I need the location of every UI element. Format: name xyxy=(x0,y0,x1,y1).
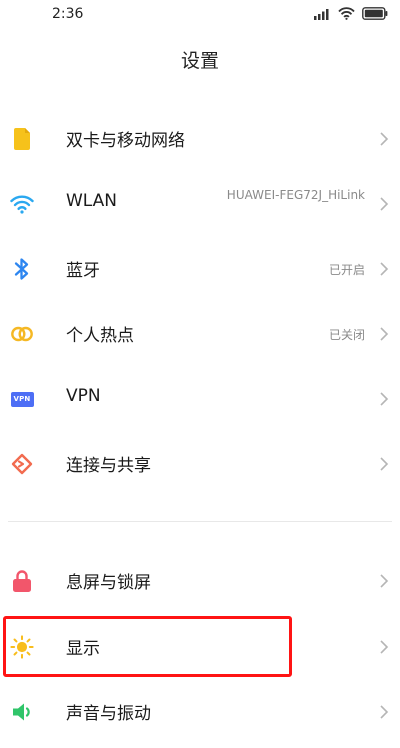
speaker-icon xyxy=(10,700,34,724)
settings-item-sound-vibration[interactable]: 声音与振动 xyxy=(0,681,400,743)
signal-icon xyxy=(314,8,329,20)
hotspot-icon xyxy=(10,322,34,346)
settings-item-label: 双卡与移动网络 xyxy=(66,131,185,151)
chevron-right-icon xyxy=(380,197,389,211)
settings-item-connection-share[interactable]: 连接与共享 xyxy=(0,433,400,495)
settings-item-bluetooth[interactable]: 蓝牙 已开启 xyxy=(0,238,400,300)
chevron-right-icon xyxy=(380,457,389,471)
settings-item-hotspot[interactable]: 个人热点 已关闭 xyxy=(0,303,400,365)
settings-item-label: 蓝牙 xyxy=(66,261,100,281)
settings-item-label: 息屏与锁屏 xyxy=(66,573,151,593)
chevron-right-icon xyxy=(380,705,389,719)
status-icons xyxy=(313,7,388,20)
lock-icon xyxy=(10,569,34,593)
status-time: 2:36 xyxy=(52,6,84,22)
settings-item-dual-sim[interactable]: 双卡与移动网络 xyxy=(0,108,400,170)
chevron-right-icon xyxy=(380,574,389,588)
settings-item-label: 显示 xyxy=(66,639,100,659)
settings-item-label: WLAN xyxy=(66,191,118,211)
section-divider xyxy=(8,521,392,522)
wifi-icon xyxy=(338,7,355,20)
page-title: 设置 xyxy=(180,50,219,72)
settings-item-display[interactable]: 显示 xyxy=(0,616,400,678)
sim-card-icon xyxy=(10,127,34,151)
settings-item-label: 个人热点 xyxy=(66,326,134,346)
chevron-right-icon xyxy=(380,640,389,654)
bluetooth-status: 已开启 xyxy=(328,263,365,277)
wlan-network-name: HUAWEI-FEG72J_HiLink xyxy=(226,188,365,202)
brightness-icon xyxy=(10,635,34,659)
settings-item-label: 连接与共享 xyxy=(66,456,151,476)
chevron-right-icon xyxy=(380,132,389,146)
chevron-right-icon xyxy=(380,327,389,341)
vpn-icon-text: VPN xyxy=(13,395,31,403)
status-bar: 2:36 xyxy=(0,0,400,30)
chevron-right-icon xyxy=(380,262,389,276)
hotspot-status: 已关闭 xyxy=(328,328,365,342)
connection-share-icon xyxy=(10,452,34,476)
settings-item-label: 声音与振动 xyxy=(66,704,151,724)
vpn-icon: VPN xyxy=(10,387,34,411)
wifi-icon xyxy=(10,192,34,216)
chevron-right-icon xyxy=(380,392,389,406)
settings-item-wlan[interactable]: WLAN HUAWEI-FEG72J_HiLink xyxy=(0,173,400,235)
settings-item-vpn[interactable]: VPN VPN xyxy=(0,368,400,430)
battery-icon xyxy=(362,7,388,20)
bluetooth-icon xyxy=(10,257,34,281)
settings-item-label: VPN xyxy=(66,386,101,406)
settings-item-lock-screen[interactable]: 息屏与锁屏 xyxy=(0,550,400,612)
